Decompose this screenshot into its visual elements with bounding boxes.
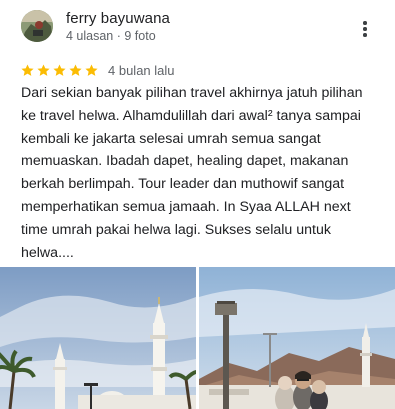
avatar[interactable] bbox=[21, 10, 53, 42]
mosque-photo-image bbox=[0, 267, 196, 409]
star-icon bbox=[85, 63, 98, 76]
review-header: ferry bayuwana 4 ulasan · 9 foto bbox=[0, 0, 395, 56]
review-time: 4 bulan lalu bbox=[108, 62, 175, 78]
star-icon bbox=[37, 63, 50, 76]
avatar-image bbox=[21, 10, 53, 42]
star-rating bbox=[20, 63, 99, 78]
review-text: Dari sekian banyak pilihan travel akhirn… bbox=[21, 85, 363, 261]
reviewer-meta: 4 ulasan · 9 foto bbox=[66, 29, 156, 43]
group-selfie-image bbox=[199, 267, 395, 409]
reviewer-name[interactable]: ferry bayuwana bbox=[66, 10, 170, 27]
rating-row: 4 bulan lalu bbox=[20, 61, 175, 79]
more-vert-icon[interactable] bbox=[354, 18, 376, 40]
star-icon bbox=[69, 63, 82, 76]
mosque-photo[interactable] bbox=[0, 267, 196, 409]
star-icon bbox=[21, 63, 34, 76]
group-selfie-photo[interactable] bbox=[199, 267, 395, 409]
star-icon bbox=[53, 63, 66, 76]
